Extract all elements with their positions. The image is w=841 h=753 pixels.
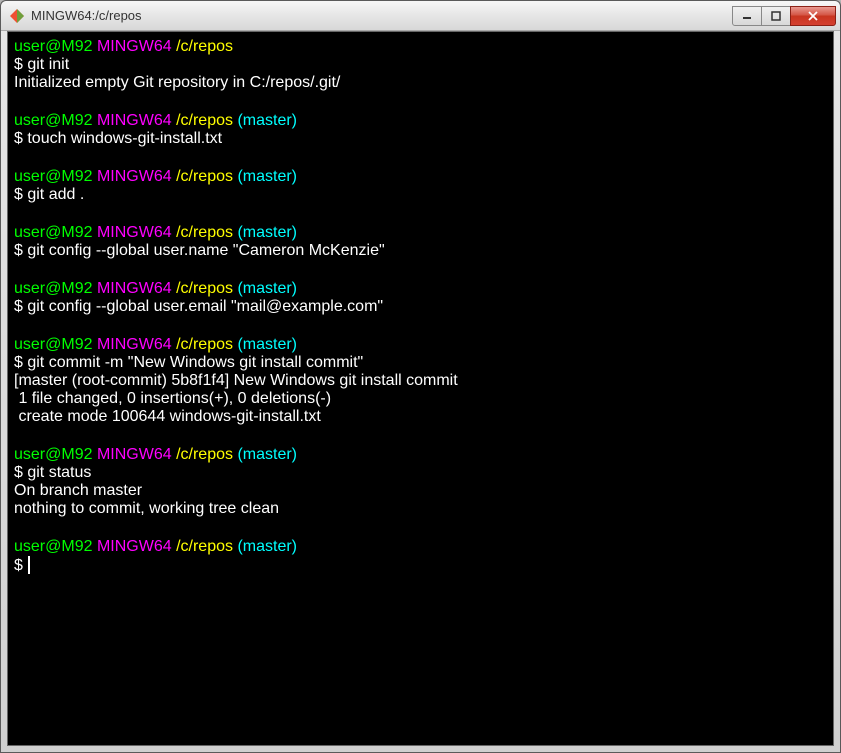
- blank-line: [14, 148, 827, 168]
- terminal[interactable]: user@M92 MINGW64 /c/repos$ git initIniti…: [14, 38, 827, 739]
- close-button[interactable]: [790, 6, 836, 26]
- terminal-frame: user@M92 MINGW64 /c/repos$ git initIniti…: [7, 31, 834, 746]
- prompt-user: user@M92: [14, 336, 93, 353]
- command-line: $ git config --global user.email "mail@e…: [14, 298, 827, 316]
- prompt-env: MINGW64: [97, 446, 172, 463]
- window-controls: [733, 6, 836, 26]
- prompt-env: MINGW64: [97, 280, 172, 297]
- output-line: [master (root-commit) 5b8f1f4] New Windo…: [14, 372, 827, 390]
- window-title: MINGW64:/c/repos: [31, 8, 733, 23]
- minimize-icon: [742, 11, 752, 21]
- prompt-line: user@M92 MINGW64 /c/repos: [14, 38, 827, 56]
- command-text: git add .: [27, 186, 84, 203]
- prompt-line: user@M92 MINGW64 /c/repos (master): [14, 280, 827, 298]
- prompt-user: user@M92: [14, 538, 93, 555]
- blank-line: [14, 518, 827, 538]
- prompt-line: user@M92 MINGW64 /c/repos (master): [14, 538, 827, 556]
- prompt-branch: (master): [237, 112, 297, 129]
- blank-line: [14, 260, 827, 280]
- prompt-branch: (master): [237, 224, 297, 241]
- prompt-env: MINGW64: [97, 112, 172, 129]
- prompt-path: /c/repos: [176, 224, 233, 241]
- prompt-symbol: $: [14, 56, 27, 73]
- prompt-symbol: $: [14, 130, 27, 147]
- prompt-symbol: $: [14, 464, 27, 481]
- prompt-env: MINGW64: [97, 38, 172, 55]
- prompt-user: user@M92: [14, 280, 93, 297]
- prompt-line: user@M92 MINGW64 /c/repos (master): [14, 446, 827, 464]
- titlebar[interactable]: MINGW64:/c/repos: [1, 1, 840, 31]
- output-line: On branch master: [14, 482, 827, 500]
- prompt-env: MINGW64: [97, 538, 172, 555]
- command-text: git config --global user.name "Cameron M…: [27, 242, 384, 259]
- blank-line: [14, 426, 827, 446]
- prompt-branch: (master): [237, 280, 297, 297]
- output-line: Initialized empty Git repository in C:/r…: [14, 74, 827, 92]
- command-line: $ git config --global user.name "Cameron…: [14, 242, 827, 260]
- blank-line: [14, 204, 827, 224]
- command-text: git config --global user.email "mail@exa…: [27, 298, 383, 315]
- app-icon: [9, 8, 25, 24]
- prompt-line: user@M92 MINGW64 /c/repos (master): [14, 224, 827, 242]
- prompt-symbol: $: [14, 242, 27, 259]
- prompt-user: user@M92: [14, 38, 93, 55]
- blank-line: [14, 92, 827, 112]
- command-text: git status: [27, 464, 91, 481]
- command-line: $ git add .: [14, 186, 827, 204]
- blank-line: [14, 316, 827, 336]
- prompt-path: /c/repos: [176, 280, 233, 297]
- command-line: $ git commit -m "New Windows git install…: [14, 354, 827, 372]
- minimize-button[interactable]: [732, 6, 762, 26]
- prompt-symbol: $: [14, 557, 27, 574]
- prompt-branch: (master): [237, 446, 297, 463]
- prompt-env: MINGW64: [97, 336, 172, 353]
- output-line: nothing to commit, working tree clean: [14, 500, 827, 518]
- prompt-branch: (master): [237, 538, 297, 555]
- close-icon: [807, 11, 819, 21]
- cursor: [28, 556, 30, 574]
- prompt-user: user@M92: [14, 446, 93, 463]
- prompt-line: user@M92 MINGW64 /c/repos (master): [14, 168, 827, 186]
- command-line: $: [14, 556, 827, 575]
- prompt-path: /c/repos: [176, 336, 233, 353]
- prompt-path: /c/repos: [176, 446, 233, 463]
- prompt-branch: (master): [237, 168, 297, 185]
- output-line: create mode 100644 windows-git-install.t…: [14, 408, 827, 426]
- prompt-user: user@M92: [14, 168, 93, 185]
- maximize-icon: [771, 11, 781, 21]
- prompt-line: user@M92 MINGW64 /c/repos (master): [14, 112, 827, 130]
- git-bash-window: MINGW64:/c/repos user@M92 MINGW64 /c/rep…: [0, 0, 841, 753]
- output-line: 1 file changed, 0 insertions(+), 0 delet…: [14, 390, 827, 408]
- prompt-user: user@M92: [14, 224, 93, 241]
- prompt-user: user@M92: [14, 112, 93, 129]
- command-line: $ touch windows-git-install.txt: [14, 130, 827, 148]
- command-line: $ git status: [14, 464, 827, 482]
- command-text: git commit -m "New Windows git install c…: [27, 354, 363, 371]
- maximize-button[interactable]: [761, 6, 791, 26]
- prompt-path: /c/repos: [176, 168, 233, 185]
- prompt-path: /c/repos: [176, 112, 233, 129]
- prompt-env: MINGW64: [97, 224, 172, 241]
- command-text: touch windows-git-install.txt: [27, 130, 222, 147]
- prompt-symbol: $: [14, 354, 27, 371]
- prompt-symbol: $: [14, 298, 27, 315]
- prompt-symbol: $: [14, 186, 27, 203]
- command-line: $ git init: [14, 56, 827, 74]
- prompt-path: /c/repos: [176, 538, 233, 555]
- command-text: git init: [27, 56, 69, 73]
- prompt-line: user@M92 MINGW64 /c/repos (master): [14, 336, 827, 354]
- prompt-env: MINGW64: [97, 168, 172, 185]
- prompt-path: /c/repos: [176, 38, 233, 55]
- prompt-branch: (master): [237, 336, 297, 353]
